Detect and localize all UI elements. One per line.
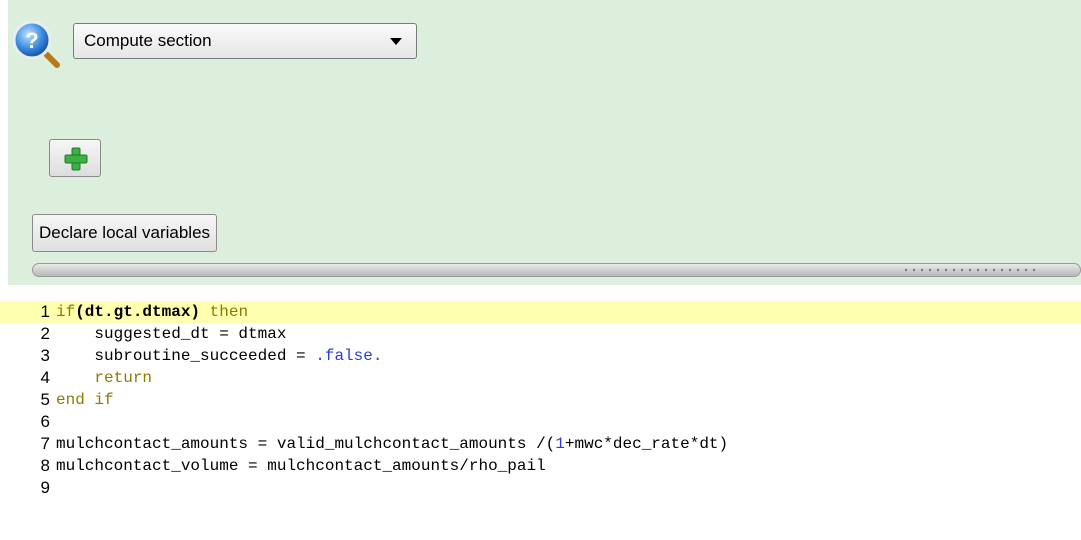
line-number: 1 xyxy=(40,302,50,321)
code-token: subroutine_succeeded = xyxy=(56,347,316,365)
code-editor[interactable]: 1 if(dt.gt.dtmax) then 2 suggested_dt = dt… xyxy=(0,285,1081,540)
line-number: 3 xyxy=(40,346,50,365)
code-text: mulchcontact_amounts = valid_mulchcontac… xyxy=(56,433,728,455)
code-line[interactable]: 8 mulchcontact_volume = mulchcontact_amou… xyxy=(0,455,1081,477)
code-line[interactable]: 5 end if xyxy=(0,389,1081,411)
code-line[interactable]: 3 subroutine_succeeded = .false. xyxy=(0,345,1081,367)
code-token: suggested_dt = dtmax xyxy=(56,325,287,343)
svg-text:?: ? xyxy=(25,28,38,53)
code-token: mulchcontact_amounts = valid_mulchcontac… xyxy=(56,435,556,453)
code-line[interactable]: 4 return xyxy=(0,367,1081,389)
line-number: 2 xyxy=(40,324,50,343)
code-text: if(dt.gt.dtmax) then xyxy=(56,301,248,323)
code-text: suggested_dt = dtmax xyxy=(56,323,286,345)
help-magnifier-icon[interactable]: ? xyxy=(10,20,62,68)
code-text: subroutine_succeeded = .false. xyxy=(56,345,382,367)
line-number: 4 xyxy=(40,368,50,387)
declare-local-variables-button[interactable]: Declare local variables xyxy=(32,214,218,252)
plus-icon xyxy=(64,147,88,171)
line-number: 9 xyxy=(40,478,50,497)
code-line[interactable]: 6 xyxy=(0,411,1081,433)
code-token: then xyxy=(200,303,249,321)
code-token: mulchcontact_volume = mulchcontact_amoun… xyxy=(56,457,546,475)
section-dropdown-value: Compute section xyxy=(84,31,212,50)
code-token: return xyxy=(56,369,153,387)
code-text: mulchcontact_volume = mulchcontact_amoun… xyxy=(56,455,546,477)
code-line[interactable]: 1 if(dt.gt.dtmax) then xyxy=(0,301,1081,323)
chevron-down-icon xyxy=(390,38,402,45)
line-number: 7 xyxy=(40,434,50,453)
code-token: 1 xyxy=(555,435,565,453)
line-number: 8 xyxy=(40,456,50,475)
code-text: return xyxy=(56,367,152,389)
section-dropdown[interactable]: Compute section xyxy=(73,23,417,59)
code-line[interactable]: 7 mulchcontact_amounts = valid_mulchconta… xyxy=(0,433,1081,455)
code-token: +mwc*dec_rate*dt) xyxy=(564,435,729,453)
code-token: (dt.gt.dtmax) xyxy=(75,303,201,321)
code-token: .false. xyxy=(315,347,383,365)
code-token: end if xyxy=(56,391,114,409)
toolbar-panel: ? Compute section Declare local variable… xyxy=(0,0,1081,285)
add-button[interactable] xyxy=(49,139,101,177)
line-number: 5 xyxy=(40,390,50,409)
code-line[interactable]: 2 suggested_dt = dtmax xyxy=(0,323,1081,345)
code-line[interactable]: 9 xyxy=(0,477,1081,499)
code-text: end if xyxy=(56,389,114,411)
code-token: if xyxy=(56,303,76,321)
panel-left-margin xyxy=(0,0,8,285)
splitter-handle[interactable] xyxy=(32,263,1081,277)
line-number: 6 xyxy=(40,412,50,431)
grip-icon xyxy=(902,266,1038,274)
